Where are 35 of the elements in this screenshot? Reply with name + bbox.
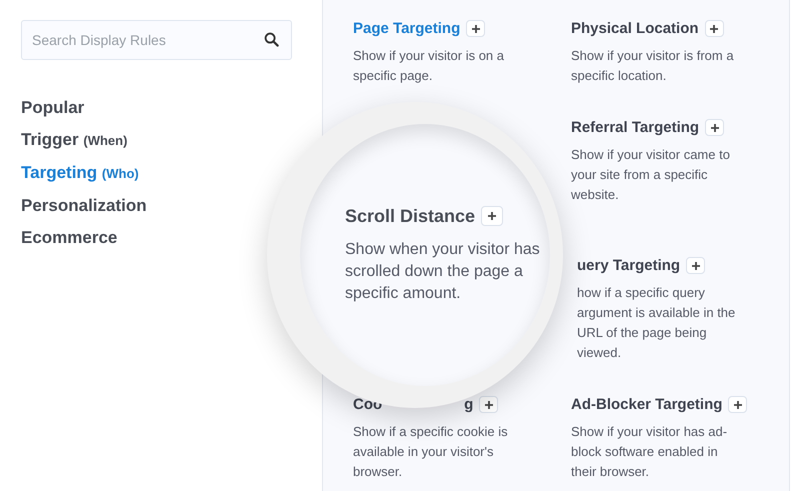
- plus-icon: [732, 400, 743, 410]
- rule-description: Show if your visitor is on a specific page.: [353, 47, 506, 85]
- rule-description: Show if your visitor came to your site from a specific website.: [571, 146, 731, 204]
- plus-icon: [690, 260, 701, 270]
- rule-description: Show if your visitor has ad-block software enabled in their browser.: [571, 423, 728, 481]
- category-link[interactable]: Personalization: [21, 194, 147, 217]
- plus-icon: [487, 211, 498, 221]
- add-button[interactable]: [705, 119, 724, 136]
- add-button[interactable]: [728, 396, 748, 413]
- search-icon[interactable]: [264, 32, 279, 47]
- rule-title: uery Targeting: [577, 257, 680, 274]
- category-link[interactable]: Trigger (When): [21, 128, 128, 152]
- plus-icon: [710, 122, 720, 132]
- add-button[interactable]: [481, 206, 504, 226]
- add-button[interactable]: [479, 396, 498, 413]
- category-link[interactable]: Popular: [21, 96, 84, 119]
- rule-title: Physical Location: [571, 20, 699, 37]
- plus-icon: [709, 24, 720, 34]
- search-field[interactable]: Search Display Rules: [21, 20, 292, 60]
- rule-description: how if a specific query argument is available in the URL of the page being viewed.: [577, 284, 736, 362]
- category-link[interactable]: Targeting (Who): [21, 161, 139, 185]
- add-button[interactable]: [704, 20, 724, 37]
- plus-icon: [484, 400, 494, 410]
- rule-description: Show if a specific cookie is available in your visitor's browser.: [353, 423, 509, 481]
- rule-title: g: [464, 396, 474, 413]
- category-link[interactable]: Ecommerce: [21, 226, 118, 249]
- rule-title: Ad-Blocker Targeting: [571, 396, 722, 413]
- rule-description: Show when your visitor has scrolled down the page a specific amount.: [345, 240, 541, 304]
- rule-title: Referral Targeting: [571, 119, 700, 136]
- add-button[interactable]: [686, 257, 706, 274]
- rule-title: Scroll Distance: [345, 206, 476, 226]
- rule-description: Show if your visitor is from a specific location.: [571, 47, 735, 85]
- plus-icon: [470, 24, 481, 34]
- add-button[interactable]: [466, 20, 486, 37]
- rule-title: Page Targeting: [353, 20, 460, 37]
